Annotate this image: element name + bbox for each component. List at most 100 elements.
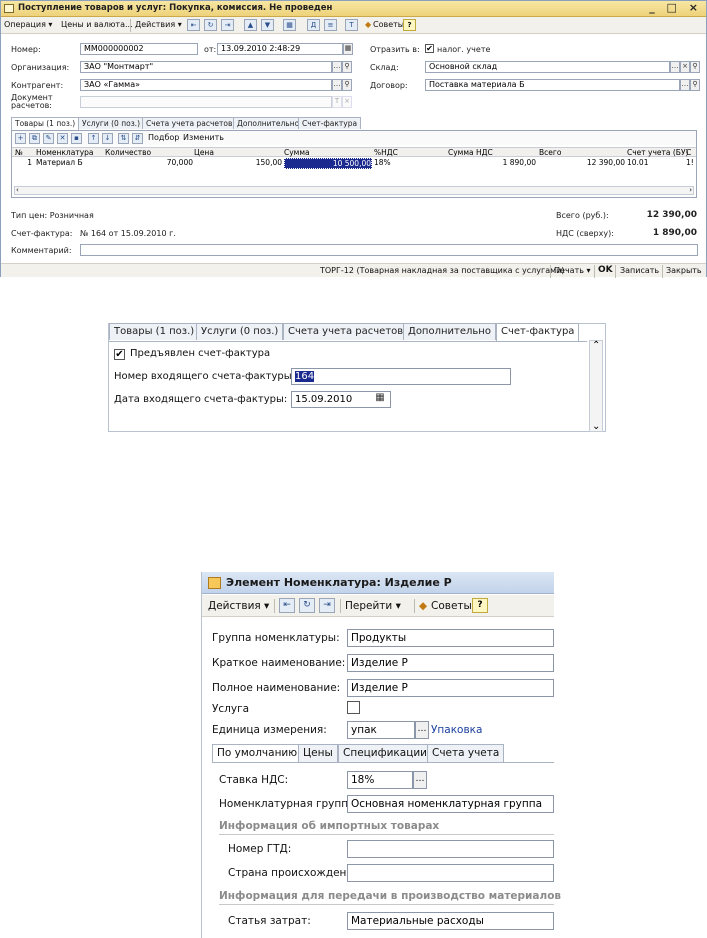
tab-invoice[interactable]: Счет-фактура bbox=[298, 117, 362, 129]
move-down-icon[interactable]: ↓ bbox=[102, 133, 113, 144]
sort-asc-icon[interactable]: ⇅ bbox=[118, 133, 129, 144]
tab-invoice[interactable]: Счет-фактура bbox=[496, 323, 580, 341]
advice-button[interactable]: Советы bbox=[373, 20, 404, 29]
dt-kt-icon[interactable]: Д bbox=[307, 19, 320, 31]
vertical-scrollbar[interactable]: ⌃ ⌄ bbox=[589, 340, 603, 432]
move-up-icon[interactable]: ↑ bbox=[88, 133, 99, 144]
comment-field[interactable] bbox=[80, 244, 698, 256]
tab-goods[interactable]: Товары (1 поз.) bbox=[11, 117, 80, 130]
row-item[interactable]: Материал Б bbox=[36, 158, 83, 167]
contract-select-button[interactable]: … bbox=[680, 79, 690, 91]
row-account[interactable]: 10.01 bbox=[627, 158, 648, 167]
forward-icon[interactable]: ⇥ bbox=[221, 19, 234, 31]
actions-menu[interactable]: Действия ▾ bbox=[135, 20, 182, 29]
warehouse-clear-icon[interactable]: × bbox=[680, 61, 690, 73]
col-extra-header[interactable]: С bbox=[686, 148, 691, 157]
advice-icon[interactable]: ◆ bbox=[419, 600, 427, 612]
col-account-header[interactable]: Счет учета (БУ) bbox=[627, 148, 688, 157]
warehouse-open-icon[interactable]: ⚲ bbox=[690, 61, 700, 73]
row-total[interactable]: 12 390,00 bbox=[539, 158, 625, 167]
help-icon[interactable]: ? bbox=[403, 19, 416, 31]
type-icon[interactable]: T bbox=[332, 96, 342, 108]
structure-icon[interactable]: ▦ bbox=[283, 19, 296, 31]
forward-icon[interactable]: ⇥ bbox=[319, 598, 335, 613]
invoice-presented-checkbox[interactable]: ✔ bbox=[114, 349, 125, 360]
report-icon[interactable]: ≡ bbox=[324, 19, 337, 31]
tab-specifications[interactable]: Спецификации bbox=[338, 744, 432, 762]
calendar-icon[interactable]: ▦ bbox=[343, 43, 353, 55]
window-controls[interactable]: _ □ × bbox=[649, 1, 702, 14]
invoice-link[interactable]: № 164 от 15.09.2010 г. bbox=[80, 229, 176, 238]
unit-field[interactable]: упак bbox=[347, 721, 415, 739]
end-edit-icon[interactable]: ▪ bbox=[71, 133, 82, 144]
actions-menu[interactable]: Действия ▾ bbox=[208, 600, 269, 612]
tax-accounting-checkbox[interactable]: ✔ bbox=[425, 44, 434, 53]
row-vat-sum[interactable]: 1 890,00 bbox=[448, 158, 536, 167]
col-qty-header[interactable]: Количество bbox=[105, 148, 151, 157]
scroll-right-icon[interactable]: › bbox=[689, 187, 692, 194]
save-button[interactable]: Записать bbox=[620, 266, 659, 275]
close-button[interactable]: Закрыть bbox=[666, 266, 702, 275]
add-row-icon[interactable]: + bbox=[15, 133, 26, 144]
unpost-icon[interactable]: ▼ bbox=[261, 19, 274, 31]
group-field[interactable]: Продукты bbox=[347, 629, 554, 647]
ok-button[interactable]: OK bbox=[598, 265, 613, 275]
print-menu[interactable]: Печать ▾ bbox=[554, 266, 591, 275]
scroll-down-icon[interactable]: ⌄ bbox=[592, 421, 600, 432]
back-arrow-icon[interactable]: ⇤ bbox=[187, 19, 200, 31]
contract-open-icon[interactable]: ⚲ bbox=[690, 79, 700, 91]
calendar-icon[interactable]: ▦ bbox=[373, 393, 387, 406]
tab-services[interactable]: Услуги (0 поз.) bbox=[196, 323, 284, 340]
tab-accounts[interactable]: Счета учета bbox=[427, 744, 505, 762]
row-qty[interactable]: 70,000 bbox=[105, 158, 193, 167]
table-row[interactable]: 1 Материал Б 70,000 150,00 10 500,00 18%… bbox=[12, 158, 696, 169]
tab-additional[interactable]: Дополнительно bbox=[233, 117, 304, 129]
price-type-link[interactable]: Тип цен: Розничная bbox=[11, 211, 94, 220]
col-vat-sum-header[interactable]: Сумма НДС bbox=[448, 148, 493, 157]
help-icon[interactable]: ? bbox=[472, 598, 488, 613]
select-button[interactable]: Подбор bbox=[148, 133, 179, 142]
vat-rate-field[interactable]: 18% bbox=[347, 771, 413, 789]
organization-field[interactable]: ЗАО "Монтмарт" bbox=[80, 61, 332, 73]
number-field[interactable]: ММ000000002 bbox=[80, 43, 198, 55]
tab-additional[interactable]: Дополнительно bbox=[403, 323, 496, 340]
gtd-field[interactable] bbox=[347, 840, 554, 858]
sort-desc-icon[interactable]: ⇵ bbox=[132, 133, 143, 144]
country-field[interactable] bbox=[347, 864, 554, 882]
prices-currency-button[interactable]: Цены и валюта... bbox=[61, 20, 133, 29]
refresh-icon[interactable]: ↻ bbox=[299, 598, 315, 613]
post-icon[interactable]: ▲ bbox=[244, 19, 257, 31]
settlement-doc-field[interactable] bbox=[80, 96, 332, 108]
operation-menu[interactable]: Операция ▾ bbox=[4, 20, 52, 29]
organization-select-button[interactable]: … bbox=[332, 61, 342, 73]
organization-open-icon[interactable]: ⚲ bbox=[342, 61, 352, 73]
tab-prices[interactable]: Цены bbox=[298, 744, 338, 762]
delete-row-icon[interactable]: ✕ bbox=[57, 133, 68, 144]
col-item-header[interactable]: Номенклатура bbox=[36, 148, 94, 157]
refresh-icon[interactable]: ↻ bbox=[204, 19, 217, 31]
advice-button[interactable]: Советы bbox=[431, 600, 472, 612]
col-sum-header[interactable]: Сумма bbox=[284, 148, 310, 157]
cost-item-field[interactable]: Материальные расходы bbox=[347, 912, 554, 930]
tab-settlement-accounts[interactable]: Счета учета расчетов bbox=[142, 117, 237, 129]
copy-row-icon[interactable]: ⧉ bbox=[29, 133, 40, 144]
scroll-left-icon[interactable]: ‹ bbox=[16, 187, 19, 194]
goto-menu[interactable]: Перейти ▾ bbox=[345, 600, 401, 612]
row-vat-rate[interactable]: 18% bbox=[374, 158, 391, 167]
edit-row-icon[interactable]: ✎ bbox=[43, 133, 54, 144]
full-name-field[interactable]: Изделие Р bbox=[347, 679, 554, 697]
unit-select-button[interactable]: … bbox=[415, 721, 429, 739]
back-arrow-icon[interactable]: ⇤ bbox=[279, 598, 295, 613]
warehouse-field[interactable]: Основной склад bbox=[425, 61, 670, 73]
row-sum[interactable]: 10 500,00 bbox=[284, 158, 372, 169]
torg12-print-button[interactable]: ТОРГ-12 (Товарная накладная за поставщик… bbox=[320, 266, 564, 275]
contractor-field[interactable]: ЗАО «Гамма» bbox=[80, 79, 332, 91]
horizontal-scrollbar[interactable]: ‹ › bbox=[14, 186, 694, 195]
change-button[interactable]: Изменить bbox=[183, 133, 224, 142]
col-number-header[interactable]: № bbox=[15, 148, 23, 157]
contract-field[interactable]: Поставка материала Б bbox=[425, 79, 680, 91]
unit-link[interactable]: Упаковка bbox=[431, 724, 482, 736]
col-price-header[interactable]: Цена bbox=[194, 148, 214, 157]
contractor-select-button[interactable]: … bbox=[332, 79, 342, 91]
contractor-open-icon[interactable]: ⚲ bbox=[342, 79, 352, 91]
